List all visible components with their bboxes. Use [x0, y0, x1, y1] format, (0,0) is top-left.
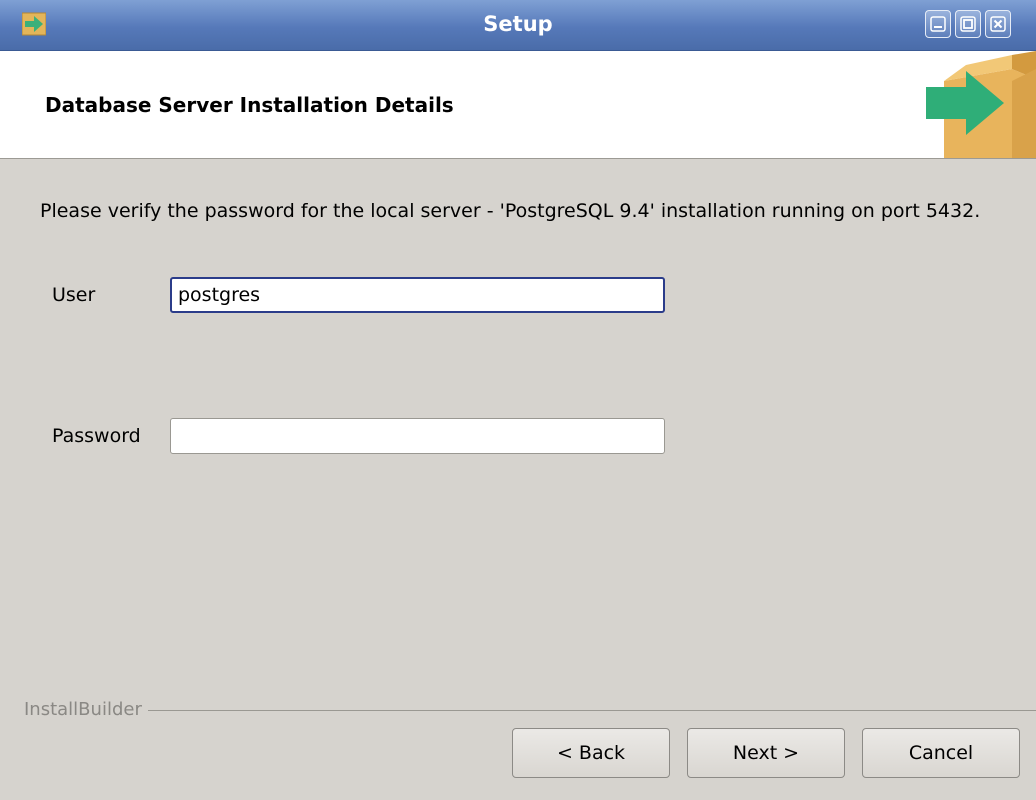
installbuilder-separator: InstallBuilder — [24, 699, 1036, 721]
back-button[interactable]: < Back — [512, 728, 670, 778]
user-input[interactable] — [170, 277, 665, 313]
cancel-button[interactable]: Cancel — [862, 728, 1020, 778]
window-title: Setup — [483, 12, 553, 36]
user-label: User — [52, 284, 96, 306]
password-label: Password — [52, 425, 141, 447]
description-text: Please verify the password for the local… — [40, 200, 981, 222]
minimize-button[interactable] — [925, 10, 951, 38]
package-arrow-icon — [926, 51, 1036, 158]
minimize-icon — [930, 16, 946, 32]
close-button[interactable] — [985, 10, 1011, 38]
window-titlebar: Setup — [0, 0, 1036, 51]
separator-rule — [24, 710, 1036, 711]
password-input[interactable] — [170, 418, 665, 454]
close-icon — [990, 16, 1006, 32]
next-button[interactable]: Next > — [687, 728, 845, 778]
maximize-icon — [960, 16, 976, 32]
installbuilder-label: InstallBuilder — [24, 699, 148, 720]
maximize-button[interactable] — [955, 10, 981, 38]
page-header: Database Server Installation Details — [0, 51, 1036, 159]
page-title: Database Server Installation Details — [45, 93, 454, 117]
